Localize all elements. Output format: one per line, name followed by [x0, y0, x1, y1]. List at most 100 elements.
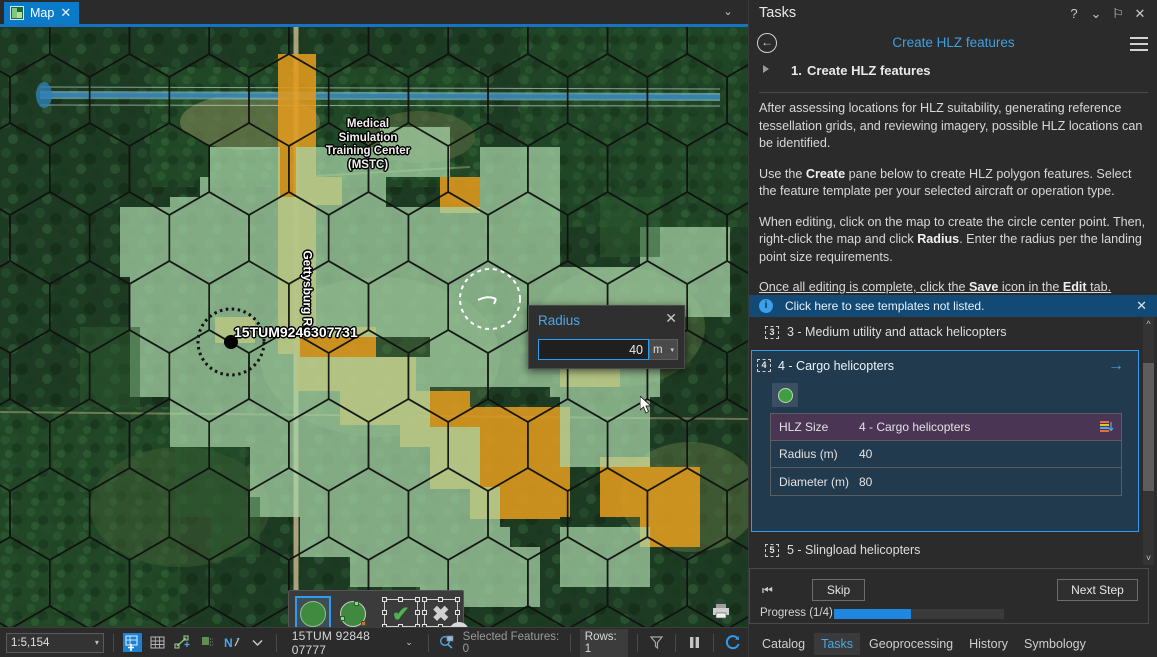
map-tab-close-icon[interactable]: ✕: [60, 5, 71, 21]
info-bar-text[interactable]: Click here to see templates not listed.: [785, 299, 984, 313]
radius-dialog-close-icon[interactable]: ✕: [665, 310, 677, 327]
scrollbar-thumb[interactable]: [1143, 363, 1154, 491]
vertex-snap-icon[interactable]: [198, 633, 217, 652]
close-icon[interactable]: ✕: [1132, 6, 1148, 22]
template-item-3[interactable]: 3 3 - Medium utility and attack helicopt…: [749, 317, 1157, 347]
map-canvas[interactable]: Medical Simulation Training Center (MSTC…: [0, 27, 748, 627]
expand-step-caret-icon[interactable]: [763, 65, 769, 73]
sketch-tools-group: [289, 591, 377, 627]
tab-geoprocessing[interactable]: Geoprocessing: [862, 633, 960, 655]
first-step-icon[interactable]: ⏮: [762, 583, 773, 598]
map-view-container: Map ✕ ⌄: [0, 0, 748, 657]
scroll-up-icon[interactable]: ^: [1143, 317, 1154, 331]
next-step-button[interactable]: Next Step: [1057, 579, 1138, 601]
selected-features-icon[interactable]: [438, 633, 457, 652]
status-divider: [713, 634, 714, 652]
status-divider: [637, 634, 638, 652]
snapping-chevron-icon[interactable]: [248, 633, 267, 652]
status-divider: [428, 634, 429, 652]
radius-dialog[interactable]: Radius ✕ m ▾: [528, 305, 685, 369]
info-bar-close-icon[interactable]: ✕: [1136, 298, 1147, 314]
svg-text:N: N: [224, 636, 233, 650]
tab-map[interactable]: Map ✕: [4, 2, 79, 24]
p4-part-a: Once all editing is complete, click the: [759, 280, 969, 294]
tab-catalog[interactable]: Catalog: [755, 633, 812, 655]
tab-tasks[interactable]: Tasks: [814, 633, 860, 655]
coordinates-chevron-icon[interactable]: ⌄: [405, 637, 413, 648]
skip-button[interactable]: Skip: [812, 579, 865, 601]
arrow-right-icon[interactable]: →: [1108, 357, 1124, 375]
map-coordinates: 15TUM 92848 07777: [292, 629, 399, 657]
chevron-down-icon[interactable]: ⌄: [1088, 6, 1104, 22]
refresh-icon[interactable]: [723, 633, 742, 652]
grid-snap-icon[interactable]: [148, 633, 167, 652]
print-icon[interactable]: [710, 603, 732, 619]
template-icon: 3: [765, 326, 779, 339]
attribute-row-diameter[interactable]: Diameter (m) 80: [771, 468, 1121, 495]
template-attributes-table: HLZ Size 4 - Cargo helicopters Radius (m…: [770, 413, 1122, 496]
template-item-4-selected[interactable]: 4 4 - Cargo helicopters → HLZ Size 4 - C…: [751, 350, 1139, 532]
template-item-5[interactable]: 5 5 - Slingload helicopters: [749, 535, 1157, 565]
radius-input[interactable]: [538, 339, 649, 360]
snapping-toggle-icon[interactable]: [123, 633, 142, 652]
vertex-handle-icon: [340, 616, 345, 621]
create-features-template-list[interactable]: 3 3 - Medium utility and attack helicopt…: [749, 317, 1157, 565]
attribute-key: Diameter (m): [771, 475, 859, 489]
status-divider: [113, 634, 114, 652]
tasks-footer: ⏮ Skip Next Step Progress (1/4): [749, 568, 1149, 624]
tab-overflow-chevron-icon[interactable]: ⌄: [720, 4, 736, 20]
chevron-down-icon: ▾: [95, 638, 99, 647]
tasks-pane-subheader: ← Create HLZ features: [749, 30, 1157, 58]
attribute-list-icon[interactable]: [1099, 419, 1115, 435]
template-icon: 4: [757, 359, 771, 372]
templates-info-bar[interactable]: i Click here to see templates not listed…: [749, 295, 1157, 317]
editing-toolbar[interactable]: ✔ ✖ ⚙: [288, 590, 464, 627]
info-icon: i: [759, 299, 773, 313]
finish-sketch-icon: ✔: [384, 599, 418, 627]
circle-tool-button[interactable]: [295, 596, 331, 628]
attribute-value: 80: [859, 475, 1121, 489]
help-icon[interactable]: ?: [1066, 6, 1082, 21]
edit-vertices-tool-button[interactable]: [335, 596, 371, 628]
attribute-row-hlz-size[interactable]: HLZ Size 4 - Cargo helicopters: [771, 414, 1121, 441]
progress-label: Progress (1/4): [760, 607, 833, 619]
pin-icon[interactable]: ⚐: [1110, 6, 1126, 22]
attribute-row-radius[interactable]: Radius (m) 40: [771, 441, 1121, 468]
attribute-value: 40: [859, 447, 1121, 461]
symbol-swatch[interactable]: [772, 383, 798, 407]
pause-drawing-icon[interactable]: [685, 633, 704, 652]
selected-template-header[interactable]: 4 4 - Cargo helicopters →: [752, 351, 1138, 381]
sketch-actions-group: ✔ ✖: [377, 591, 465, 627]
p4-bold-edit: Edit: [1063, 280, 1087, 294]
status-divider: [276, 634, 277, 652]
p4-part-e: tab.: [1087, 280, 1112, 294]
finish-sketch-button[interactable]: ✔: [383, 596, 419, 628]
scroll-down-icon[interactable]: ˅: [1143, 551, 1154, 565]
p2-part-a: Use the: [759, 167, 806, 181]
filter-icon[interactable]: [647, 633, 666, 652]
template-icon: 5: [765, 544, 779, 557]
map-scale-selector[interactable]: 1:5,154 ▾: [6, 633, 104, 653]
arcgis-pro-window: Map ✕ ⌄: [0, 0, 1157, 657]
header-divider: [759, 92, 1148, 93]
selected-template-label: 4 - Cargo helicopters: [778, 359, 894, 373]
pane-tab-bar: Catalog Tasks Geoprocessing History Symb…: [749, 630, 1157, 657]
edge-snap-icon[interactable]: [173, 633, 192, 652]
radius-unit-dropdown[interactable]: m ▾: [649, 339, 678, 360]
radius-dialog-title: Radius: [538, 313, 580, 328]
task-step-row[interactable]: 1. Create HLZ features: [749, 60, 1157, 84]
circle-icon: [300, 601, 326, 627]
p3-bold-radius: Radius: [917, 232, 959, 246]
tab-history[interactable]: History: [962, 633, 1015, 655]
north-reference-icon[interactable]: N: [223, 633, 242, 652]
attribute-key: Radius (m): [771, 447, 859, 461]
attribute-value: 4 - Cargo helicopters: [859, 420, 1121, 434]
green-circle-symbol-icon: [778, 388, 793, 403]
tab-symbology[interactable]: Symbology: [1017, 633, 1093, 655]
instruction-paragraph-3: When editing, click on the map to create…: [759, 214, 1149, 267]
step-number: 1.: [791, 63, 802, 78]
task-menu-icon[interactable]: [1130, 37, 1148, 51]
radius-unit-label: m: [653, 344, 663, 356]
map-tab-label: Map: [30, 6, 54, 20]
chevron-down-icon: ▾: [670, 346, 674, 354]
